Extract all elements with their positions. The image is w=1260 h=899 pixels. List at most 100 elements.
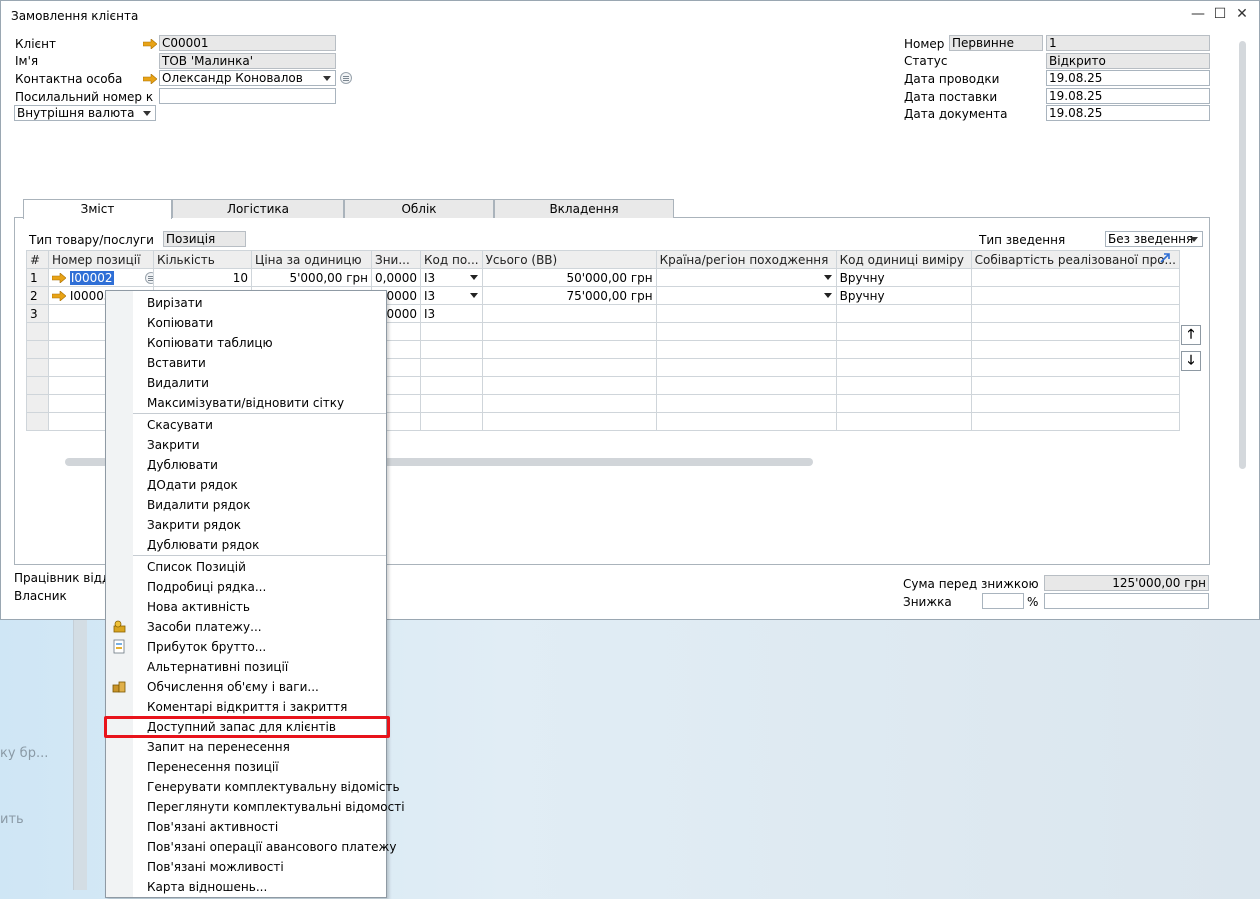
- menu-item-item-list[interactable]: Список Позицій: [106, 557, 386, 577]
- menu-item-view-pick-lists[interactable]: Переглянути комплектувальні відомості: [106, 797, 405, 817]
- link-arrow-icon[interactable]: [143, 74, 157, 84]
- column-header[interactable]: Кількість: [153, 250, 252, 269]
- number-series-select[interactable]: Первинне: [949, 35, 1043, 51]
- menu-item-add-row[interactable]: ДОдати рядок: [106, 475, 386, 495]
- contact-person-select[interactable]: Олександр Коновалов: [159, 70, 336, 86]
- list-icon[interactable]: [340, 72, 352, 84]
- cogs-cell[interactable]: [970, 268, 1181, 287]
- menu-item-transfer-request[interactable]: Запит на перенесення: [106, 737, 386, 757]
- list-icon[interactable]: [145, 272, 153, 284]
- menu-item-item-transfer[interactable]: Перенесення позиції: [106, 757, 386, 777]
- client-code-field[interactable]: C00001: [159, 35, 336, 51]
- link-arrow-icon[interactable]: [143, 39, 157, 49]
- minimize-button[interactable]: —: [1189, 5, 1207, 23]
- menu-item-related-down-payments[interactable]: Пов'язані операції авансового платежу: [106, 837, 396, 857]
- window-title: Замовлення клієнта: [11, 9, 139, 23]
- menu-item-cancel[interactable]: Скасувати: [106, 415, 386, 435]
- item-number-cell[interactable]: I00002: [48, 268, 154, 287]
- document-number-field[interactable]: 1: [1046, 35, 1210, 51]
- column-header[interactable]: Собівартість реалізованої про...: [970, 250, 1181, 269]
- menu-item-label: Карта відношень...: [147, 880, 268, 894]
- row-number[interactable]: 1: [26, 268, 49, 287]
- table-row[interactable]: 1 I00002 10 5'000,00 грн 0,0000 I3 50'00…: [26, 268, 1181, 287]
- column-header[interactable]: Країна/регіон походження: [655, 250, 837, 269]
- menu-item-copy[interactable]: Копіювати: [106, 313, 386, 333]
- menu-item-payment-means[interactable]: Засоби платежу...: [106, 617, 386, 637]
- document-date-input[interactable]: 19.08.25: [1046, 105, 1210, 121]
- menu-item-copy-table[interactable]: Копіювати таблицю: [106, 333, 386, 353]
- total-cell[interactable]: [481, 304, 657, 323]
- menu-item-close-row[interactable]: Закрити рядок: [106, 515, 386, 535]
- row-number[interactable]: 3: [26, 304, 49, 323]
- selected-item-number[interactable]: I00002: [69, 271, 114, 285]
- expand-icon[interactable]: [1160, 252, 1171, 263]
- vertical-scrollbar[interactable]: [1239, 41, 1246, 469]
- country-cell[interactable]: [655, 304, 837, 323]
- menu-item-cut[interactable]: Вирізати: [106, 293, 386, 313]
- cogs-cell[interactable]: [970, 304, 1181, 323]
- row-number[interactable]: 2: [26, 286, 49, 305]
- column-header[interactable]: Код по...: [420, 250, 483, 269]
- uom-code-cell[interactable]: Вручну: [835, 268, 972, 287]
- uom-code-cell[interactable]: Вручну: [835, 286, 972, 305]
- tab-logistics[interactable]: Логістика: [172, 199, 344, 218]
- close-button[interactable]: ✕: [1233, 5, 1251, 23]
- move-row-up-button[interactable]: 🡑: [1181, 325, 1201, 345]
- menu-item-alternative-items[interactable]: Альтернативні позиції: [106, 657, 386, 677]
- column-header[interactable]: Усього (ВВ): [481, 250, 657, 269]
- column-header[interactable]: Номер позиції: [48, 250, 154, 269]
- menu-item-new-activity[interactable]: Нова активність: [106, 597, 386, 617]
- menu-item-relationship-map[interactable]: Карта відношень...: [106, 877, 386, 897]
- link-arrow-icon[interactable]: [51, 272, 67, 284]
- discount-amount-input[interactable]: [1044, 593, 1209, 609]
- column-header[interactable]: Зни...: [371, 250, 421, 269]
- country-cell[interactable]: [655, 268, 837, 287]
- column-header[interactable]: Код одиниці виміру: [835, 250, 972, 269]
- uom-code-cell[interactable]: [835, 304, 972, 323]
- menu-item-delete[interactable]: Видалити: [106, 373, 386, 393]
- total-cell[interactable]: 50'000,00 грн: [481, 268, 657, 287]
- column-header[interactable]: #: [26, 250, 49, 269]
- total-cell[interactable]: 75'000,00 грн: [481, 286, 657, 305]
- delivery-date-input[interactable]: 19.08.25: [1046, 88, 1210, 104]
- currency-select[interactable]: Внутрішня валюта: [14, 105, 156, 121]
- menu-item-label: Генерувати комплектувальну відомість: [147, 780, 400, 794]
- maximize-button[interactable]: ☐: [1211, 5, 1229, 23]
- posting-date-input[interactable]: 19.08.25: [1046, 70, 1210, 86]
- tax-code-cell[interactable]: I3: [420, 268, 483, 287]
- menu-item-related-activities[interactable]: Пов'язані активності: [106, 817, 386, 837]
- menu-item-maximize-grid[interactable]: Максимізувати/відновити сітку: [106, 393, 386, 413]
- menu-item-duplicate-row[interactable]: Дублювати рядок: [106, 535, 386, 555]
- unit-price-cell[interactable]: 5'000,00 грн: [251, 268, 372, 287]
- menu-item-duplicate[interactable]: Дублювати: [106, 455, 386, 475]
- quantity-cell[interactable]: 10: [153, 268, 252, 287]
- tab-contents[interactable]: Зміст: [23, 199, 172, 219]
- menu-item-gross-profit[interactable]: Прибуток брутто...: [106, 637, 386, 657]
- tax-code-cell[interactable]: I3: [420, 286, 483, 305]
- menu-item-generate-pick-list[interactable]: Генерувати комплектувальну відомість: [106, 777, 400, 797]
- menu-item-volume-weight[interactable]: Обчислення об'єму і ваги...: [106, 677, 386, 697]
- move-row-down-button[interactable]: 🡓: [1181, 351, 1201, 371]
- item-type-select[interactable]: Позиція: [163, 231, 246, 247]
- reference-number-input[interactable]: [159, 88, 336, 104]
- tab-attachments[interactable]: Вкладення: [494, 199, 674, 218]
- menu-item-label: ДОдати рядок: [147, 478, 238, 492]
- menu-item-related-opportunities[interactable]: Пов'язані можливості: [106, 857, 386, 877]
- client-name-field[interactable]: ТОВ 'Малинка': [159, 53, 336, 69]
- menu-item-row-details[interactable]: Подробиці рядка...: [106, 577, 386, 597]
- country-cell[interactable]: [655, 286, 837, 305]
- menu-item-delete-row[interactable]: Видалити рядок: [106, 495, 386, 515]
- contact-person-label: Контактна особа: [15, 72, 123, 86]
- tab-accounting[interactable]: Облік: [344, 199, 494, 218]
- menu-item-open-close-comments[interactable]: Коментарі відкриття і закриття: [106, 697, 386, 717]
- discount-percent-input[interactable]: [982, 593, 1024, 609]
- cogs-cell[interactable]: [970, 286, 1181, 305]
- column-header[interactable]: Ціна за одиницю: [251, 250, 372, 269]
- summary-type-select[interactable]: Без зведення: [1105, 231, 1203, 247]
- menu-item-close[interactable]: Закрити: [106, 435, 386, 455]
- menu-item-label: Дублювати рядок: [147, 538, 260, 552]
- menu-item-paste[interactable]: Вставити: [106, 353, 386, 373]
- link-arrow-icon[interactable]: [51, 289, 67, 302]
- discount-cell[interactable]: 0,0000: [371, 268, 421, 287]
- tax-code-cell[interactable]: I3: [420, 304, 483, 323]
